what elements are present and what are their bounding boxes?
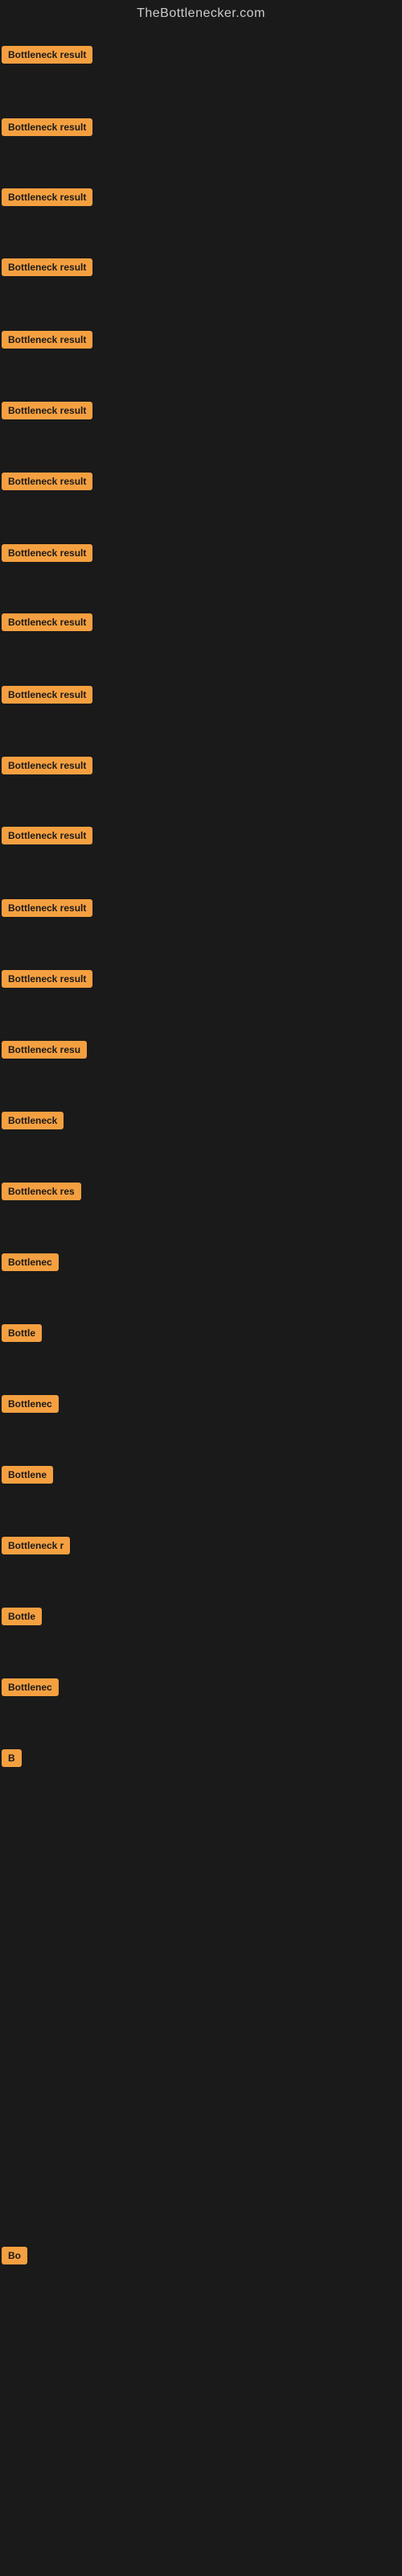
bottleneck-item[interactable]: B	[2, 1749, 22, 1771]
bottleneck-badge[interactable]: Bottleneck	[2, 1112, 64, 1129]
bottleneck-item[interactable]: Bottleneck result	[2, 757, 92, 778]
bottleneck-badge[interactable]: B	[2, 1749, 22, 1767]
bottleneck-badge[interactable]: Bo	[2, 2247, 27, 2264]
bottleneck-item[interactable]: Bottleneck result	[2, 544, 92, 566]
bottleneck-badge[interactable]: Bottleneck res	[2, 1183, 81, 1200]
bottleneck-item[interactable]: Bottleneck r	[2, 1537, 70, 1558]
bottleneck-item[interactable]: Bottleneck result	[2, 258, 92, 280]
bottleneck-item[interactable]: Bottle	[2, 1324, 42, 1346]
bottleneck-item[interactable]: Bottleneck	[2, 1112, 64, 1133]
bottleneck-item[interactable]: Bottleneck res	[2, 1183, 81, 1204]
bottleneck-badge[interactable]: Bottleneck result	[2, 757, 92, 774]
bottleneck-badge[interactable]: Bottleneck result	[2, 544, 92, 562]
bottleneck-item[interactable]: Bottlene	[2, 1466, 53, 1488]
bottleneck-item[interactable]: Bottlenec	[2, 1253, 59, 1275]
bottleneck-badge[interactable]: Bottle	[2, 1324, 42, 1342]
bottleneck-item[interactable]: Bottle	[2, 1608, 42, 1629]
bottleneck-badge[interactable]: Bottleneck result	[2, 46, 92, 64]
bottleneck-item[interactable]: Bottlenec	[2, 1678, 59, 1700]
bottleneck-badge[interactable]: Bottleneck result	[2, 331, 92, 349]
bottleneck-item[interactable]: Bottlenec	[2, 1395, 59, 1417]
items-container	[0, 24, 402, 31]
bottleneck-item[interactable]: Bottleneck resu	[2, 1041, 87, 1063]
bottleneck-badge[interactable]: Bottle	[2, 1608, 42, 1625]
bottleneck-badge[interactable]: Bottlenec	[2, 1253, 59, 1271]
bottleneck-item[interactable]: Bottleneck result	[2, 118, 92, 140]
bottleneck-badge[interactable]: Bottleneck result	[2, 118, 92, 136]
bottleneck-badge[interactable]: Bottleneck resu	[2, 1041, 87, 1059]
bottleneck-item[interactable]: Bottleneck result	[2, 686, 92, 708]
bottleneck-badge[interactable]: Bottleneck result	[2, 473, 92, 490]
bottleneck-item[interactable]: Bottleneck result	[2, 402, 92, 423]
bottleneck-item[interactable]: Bottleneck result	[2, 970, 92, 992]
bottleneck-badge[interactable]: Bottleneck result	[2, 258, 92, 276]
bottleneck-item[interactable]: Bottleneck result	[2, 827, 92, 848]
bottleneck-badge[interactable]: Bottlenec	[2, 1395, 59, 1413]
bottleneck-badge[interactable]: Bottlenec	[2, 1678, 59, 1696]
bottleneck-badge[interactable]: Bottleneck result	[2, 970, 92, 988]
bottleneck-badge[interactable]: Bottleneck result	[2, 188, 92, 206]
bottleneck-badge[interactable]: Bottleneck result	[2, 686, 92, 704]
bottleneck-item[interactable]: Bottleneck result	[2, 613, 92, 635]
bottleneck-item[interactable]: Bottleneck result	[2, 473, 92, 494]
bottleneck-badge[interactable]: Bottleneck result	[2, 402, 92, 419]
bottleneck-item[interactable]: Bottleneck result	[2, 899, 92, 921]
bottleneck-badge[interactable]: Bottlene	[2, 1466, 53, 1484]
bottleneck-item[interactable]: Bo	[2, 2247, 27, 2268]
bottleneck-item[interactable]: Bottleneck result	[2, 46, 92, 68]
site-header: TheBottlenecker.com	[0, 0, 402, 24]
bottleneck-badge[interactable]: Bottleneck result	[2, 899, 92, 917]
site-title: TheBottlenecker.com	[0, 0, 402, 24]
bottleneck-badge[interactable]: Bottleneck result	[2, 613, 92, 631]
bottleneck-item[interactable]: Bottleneck result	[2, 331, 92, 353]
bottleneck-badge[interactable]: Bottleneck r	[2, 1537, 70, 1554]
bottleneck-badge[interactable]: Bottleneck result	[2, 827, 92, 844]
bottleneck-item[interactable]: Bottleneck result	[2, 188, 92, 210]
